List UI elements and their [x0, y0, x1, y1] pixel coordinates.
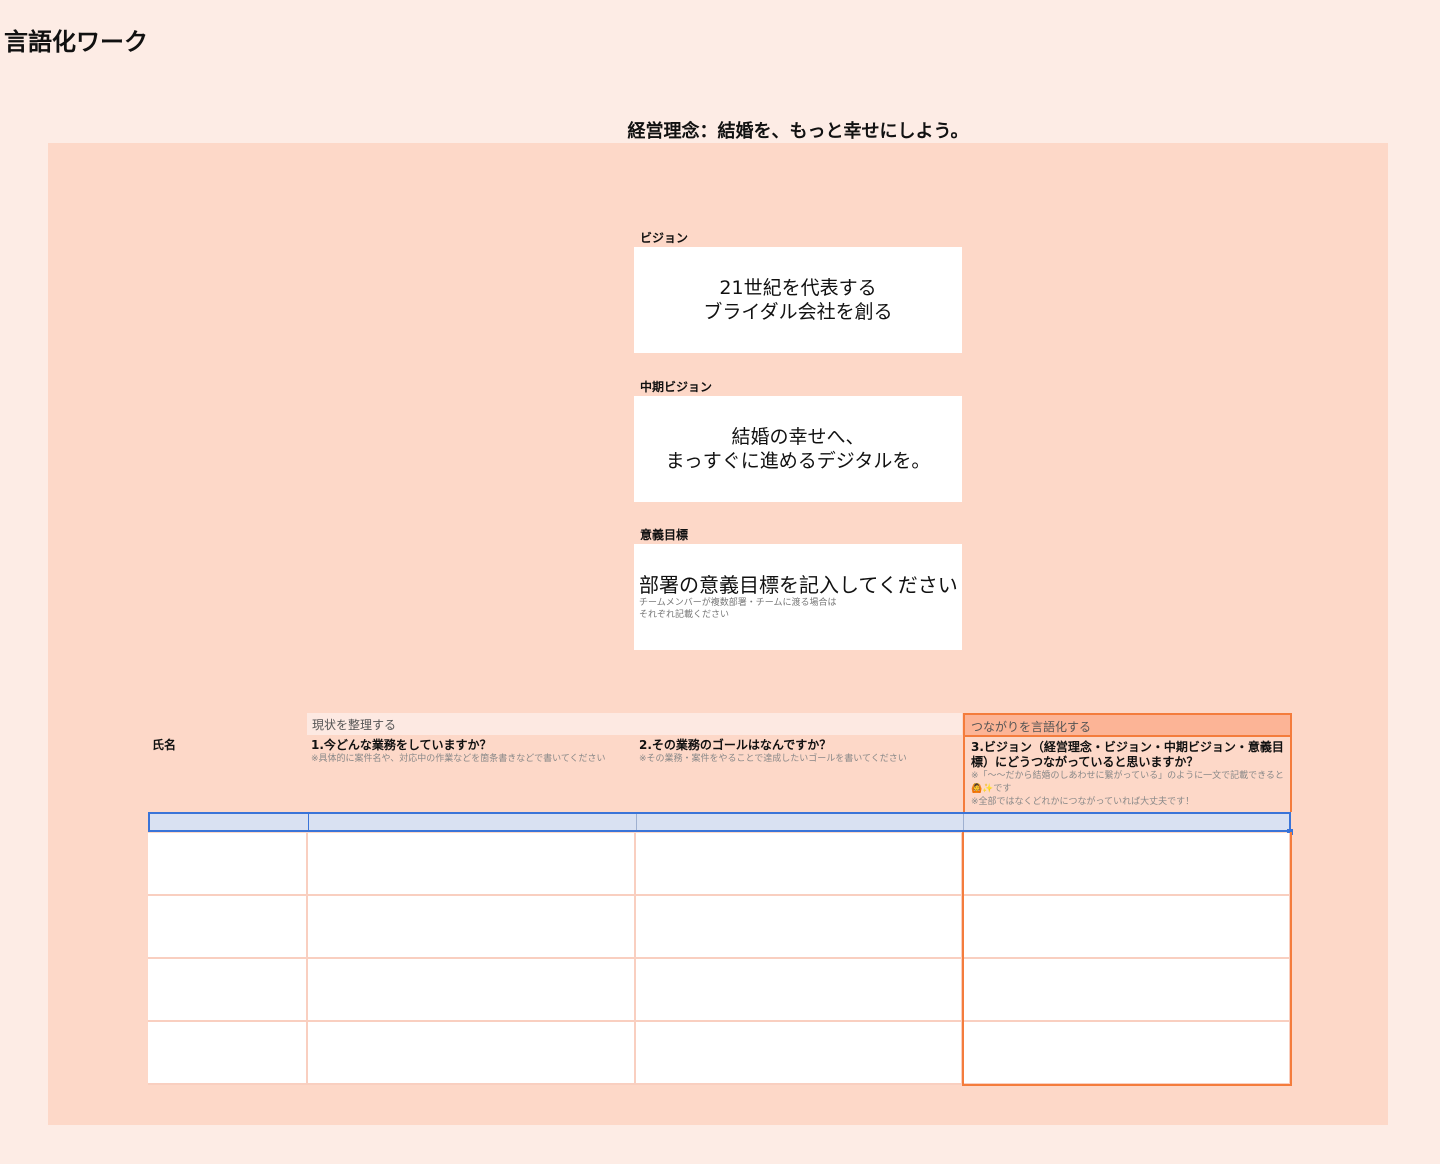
q2-title: 2.その業務のゴールはなんですか？ — [639, 738, 832, 752]
cell[interactable] — [963, 833, 1291, 896]
goal-main: 部署の意義目標を記入してください — [639, 573, 958, 597]
cell[interactable] — [309, 814, 637, 830]
q3-title: 3.ビジョン（経営理念・ビジョン・中期ビジョン・意義目標）にどうつながっていると… — [971, 740, 1284, 769]
mid-vision-line: まっすぐに進めるデジタルを。 — [665, 450, 931, 472]
mid-vision-line: 結婚の幸せへ、 — [731, 426, 865, 448]
vision-line: ブライダル会社を創る — [703, 301, 893, 323]
header-name-label: 氏名 — [152, 738, 177, 752]
cell[interactable] — [308, 833, 636, 896]
header-name[interactable]: 氏名 — [148, 735, 307, 812]
q1-note: ※具体的に案件名や、対応中の作業などを箇条書きなどで書いてください — [311, 754, 606, 764]
vision-line: 21世紀を代表する — [719, 277, 877, 299]
vision-label: ビジョン — [640, 231, 689, 245]
mid-vision-box[interactable]: 結婚の幸せへ、 まっすぐに進めるデジタルを。 — [634, 396, 962, 502]
cell[interactable] — [308, 1022, 636, 1085]
goal-note: それぞれ記載ください — [639, 610, 730, 620]
cell[interactable] — [636, 959, 963, 1022]
cell[interactable] — [148, 959, 308, 1022]
cell[interactable] — [963, 1022, 1291, 1085]
header-q3[interactable]: 3.ビジョン（経営理念・ビジョン・中期ビジョン・意義目標）にどうつながっていると… — [963, 737, 1292, 812]
cell[interactable] — [150, 814, 309, 830]
cell[interactable] — [308, 896, 636, 959]
goal-label: 意義目標 — [640, 528, 689, 542]
cell[interactable] — [636, 833, 963, 896]
goal-note: チームメンバーが複数部署・チームに渡る場合は — [639, 598, 837, 608]
vision-box[interactable]: 21世紀を代表する ブライダル会社を創る — [634, 247, 962, 353]
group-connection[interactable]: つながりを言語化する — [963, 713, 1292, 737]
table-row — [148, 1022, 1291, 1085]
q3-note: ※全部ではなくどれかにつながっていれば大丈夫です！ — [971, 797, 1195, 807]
motto-heading: 経営理念：結婚を、もっと幸せにしよう。 — [627, 121, 969, 142]
q2-note: ※その業務・案件をやることで達成したいゴールを書いてください — [639, 754, 907, 764]
q3-note: ※「〜〜だから結婚のしあわせに繋がっている」のように一文で記載できると🙆✨です — [971, 771, 1284, 794]
cell[interactable] — [148, 1022, 308, 1085]
cell[interactable] — [964, 814, 1289, 830]
q1-title: 1.今どんな業務をしていますか？ — [311, 738, 492, 752]
cell[interactable] — [148, 896, 308, 959]
selected-row[interactable] — [148, 812, 1291, 832]
mid-vision-label: 中期ビジョン — [640, 380, 713, 394]
header-q2[interactable]: 2.その業務のゴールはなんですか？ ※その業務・案件をやることで達成したいゴール… — [635, 735, 962, 812]
cell[interactable] — [308, 959, 636, 1022]
cell[interactable] — [636, 1022, 963, 1085]
cell[interactable] — [963, 896, 1291, 959]
page-title: 言語化ワーク — [4, 28, 148, 56]
cell[interactable] — [148, 833, 308, 896]
goal-box[interactable]: 部署の意義目標を記入してください チームメンバーが複数部署・チームに渡る場合は … — [634, 544, 962, 650]
cell[interactable] — [636, 896, 963, 959]
cell[interactable] — [963, 959, 1291, 1022]
cell[interactable] — [637, 814, 964, 830]
header-q1[interactable]: 1.今どんな業務をしていますか？ ※具体的に案件名や、対応中の作業などを箇条書き… — [307, 735, 635, 812]
group-current[interactable]: 現状を整理する — [307, 713, 962, 735]
table-row — [148, 959, 1291, 1022]
table-row — [148, 896, 1291, 959]
table-row — [148, 833, 1291, 896]
